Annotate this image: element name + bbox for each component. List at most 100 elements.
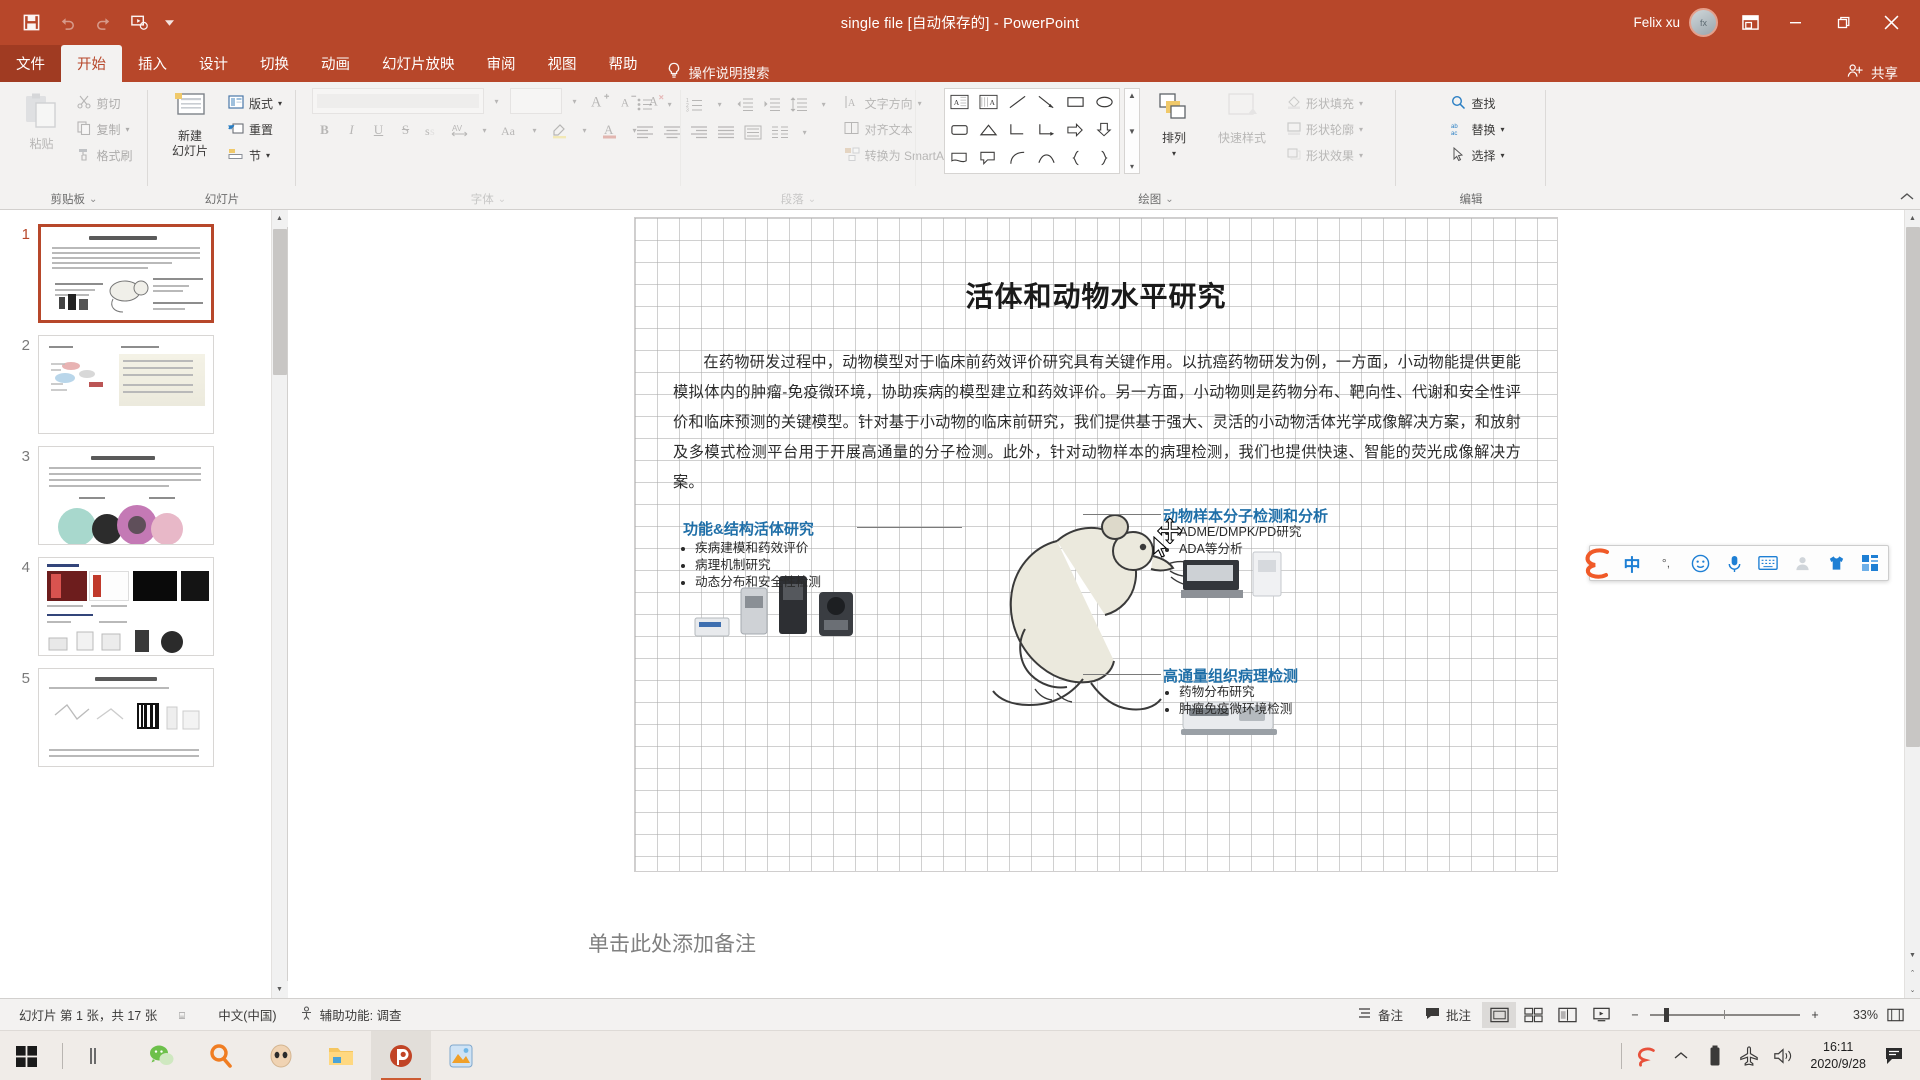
thumbnail-slide-4[interactable]: 4 <box>0 551 287 662</box>
ribbon-display-options-icon[interactable] <box>1730 0 1770 45</box>
rectangle-shape-icon[interactable] <box>1066 94 1085 113</box>
font-name-chevron-down-icon[interactable]: ▾ <box>486 88 508 114</box>
slide-title[interactable]: 活体和动物水平研究 <box>635 275 1557 315</box>
tab-home[interactable]: 开始 <box>61 45 122 82</box>
select-button[interactable]: 选择 ▾ <box>1446 143 1509 168</box>
line-spacing-button[interactable] <box>786 91 812 117</box>
reset-button[interactable]: 重置 <box>223 117 287 142</box>
thumbnail-slide-3[interactable]: 3 <box>0 440 287 551</box>
arrow-shape-icon[interactable] <box>1037 94 1056 113</box>
columns-chevron-down-icon[interactable]: ▾ <box>794 119 816 145</box>
tab-slideshow[interactable]: 幻灯片放映 <box>366 45 471 82</box>
left-brace-shape-icon[interactable] <box>1066 150 1085 169</box>
thumbnail-scroll-track[interactable] <box>272 227 288 981</box>
slide-scroll-down-icon[interactable]: ▼ <box>1904 947 1920 964</box>
slide-scroll-track[interactable] <box>1905 227 1920 947</box>
flowchart-shape-icon[interactable] <box>950 150 969 169</box>
shapes-gallery[interactable]: A A <box>943 88 1120 174</box>
thumbnail-list[interactable]: 1 2 3 4 5 <box>0 218 287 998</box>
right-brace-shape-icon[interactable] <box>1095 150 1114 169</box>
arc-shape-icon[interactable] <box>1008 150 1027 169</box>
zoom-in-button[interactable]: + <box>1806 1008 1824 1022</box>
text-highlight-color-button[interactable] <box>547 117 573 143</box>
section-button[interactable]: 节 ▾ <box>223 143 287 168</box>
soft-keyboard-icon[interactable] <box>1751 546 1785 580</box>
arrange-button[interactable]: 排列 ▾ <box>1144 88 1204 161</box>
notes-pane[interactable]: 单击此处添加备注 <box>288 912 1904 998</box>
font-size-chevron-down-icon[interactable]: ▾ <box>564 88 586 114</box>
slideshow-view-button[interactable] <box>1584 1002 1618 1028</box>
thumbnail-slide-2[interactable]: 2 <box>0 329 287 440</box>
zoom-knob[interactable] <box>1664 1007 1669 1022</box>
down-arrow-block-shape-icon[interactable] <box>1095 122 1114 141</box>
columns-button[interactable] <box>767 119 793 145</box>
tab-insert[interactable]: 插入 <box>122 45 183 82</box>
punctuation-icon[interactable]: °, <box>1649 546 1683 580</box>
layout-button[interactable]: 版式 ▾ <box>223 91 287 116</box>
replace-chevron-down-icon[interactable]: ▾ <box>1501 125 1505 134</box>
rounded-rectangle-shape-icon[interactable] <box>950 122 969 141</box>
slide-canvas[interactable]: 活体和动物水平研究 在药物研发过程中，动物模型对于临床前药效评价研究具有关键作用… <box>634 217 1558 872</box>
replace-button[interactable]: ab ac 替换 ▾ <box>1446 117 1509 142</box>
emoji-icon[interactable] <box>1683 546 1717 580</box>
align-left-button[interactable] <box>632 119 658 145</box>
font-size-input[interactable] <box>509 88 562 114</box>
accessibility-status[interactable]: 辅助功能: 调查 <box>288 1002 413 1028</box>
copy-chevron-down-icon[interactable]: ▾ <box>126 125 130 134</box>
increase-indent-button[interactable] <box>759 91 785 117</box>
next-slide-icon[interactable]: ⌄ <box>1904 981 1920 998</box>
thumbnail-slide-5[interactable]: 5 <box>0 662 287 773</box>
copy-button[interactable]: 复制 ▾ <box>72 117 137 142</box>
shape-outline-button[interactable]: 形状轮廓 ▾ <box>1282 117 1368 142</box>
shape-fill-button[interactable]: 形状填充 ▾ <box>1282 91 1368 116</box>
textbox-shape-icon[interactable]: A <box>950 94 969 113</box>
quick-styles-button[interactable]: 快速样式 <box>1208 88 1276 146</box>
bullets-button[interactable] <box>632 91 658 117</box>
skin-icon[interactable] <box>1819 546 1853 580</box>
shape-fill-chevron-down-icon[interactable]: ▾ <box>1359 99 1363 108</box>
wechat-icon[interactable] <box>131 1031 191 1080</box>
callout-shape-icon[interactable] <box>979 150 998 169</box>
slide-scroll-thumb[interactable] <box>1905 227 1920 747</box>
cut-button[interactable]: 剪切 <box>72 91 137 116</box>
bold-button[interactable]: B <box>312 117 338 143</box>
character-spacing-button[interactable]: AV <box>447 117 473 143</box>
underline-button[interactable]: U <box>366 117 392 143</box>
new-slide-button[interactable]: 新建 幻灯片 <box>157 88 223 159</box>
shapes-gallery-scrollbar[interactable]: ▲ ▼ ▾ <box>1123 88 1140 174</box>
normal-view-button[interactable] <box>1482 1001 1516 1028</box>
callout-bullets-molecular-detection[interactable]: ADME/DMPK/PD研究 ADA等分析 <box>1165 524 1301 558</box>
zoom-track[interactable] <box>1650 1007 1800 1022</box>
shapes-scroll-up-icon[interactable]: ▲ <box>1128 91 1136 100</box>
text-shadow-button[interactable]: ss <box>420 117 446 143</box>
shape-effects-button[interactable]: 形状效果 ▾ <box>1282 143 1368 168</box>
powerpoint-icon[interactable] <box>371 1030 431 1080</box>
find-button[interactable]: 查找 <box>1446 91 1509 116</box>
toolbox-icon[interactable] <box>1853 546 1887 580</box>
comments-toggle-button[interactable]: 批注 <box>1414 1002 1482 1028</box>
task-view-button[interactable] <box>71 1031 131 1080</box>
browser-icon[interactable] <box>251 1031 311 1080</box>
callout-bullets-functional-structural[interactable]: 疾病建模和药效评价 病理机制研究 动态分布和安全性检测 <box>681 540 821 591</box>
callout-heading-high-throughput-pathology[interactable]: 高通量组织病理检测 <box>1163 665 1298 686</box>
voice-input-icon[interactable] <box>1717 546 1751 580</box>
format-painter-button[interactable]: 格式刷 <box>72 143 137 168</box>
redo-icon[interactable] <box>86 7 120 39</box>
elbow-connector-shape-icon[interactable] <box>1008 122 1027 141</box>
tab-transitions[interactable]: 切换 <box>244 45 305 82</box>
paste-button[interactable]: 粘贴 <box>10 88 72 152</box>
character-spacing-chevron-down-icon[interactable]: ▾ <box>474 117 496 143</box>
change-case-button[interactable]: Aa <box>497 117 523 143</box>
strikethrough-button[interactable]: S <box>393 117 419 143</box>
clipboard-dialog-launcher[interactable]: ⌄ <box>89 190 97 209</box>
notification-center-icon[interactable] <box>1876 1031 1912 1080</box>
show-hidden-icons[interactable] <box>1664 1031 1698 1080</box>
avatar[interactable]: fx <box>1689 8 1718 37</box>
elbow-arrow-connector-shape-icon[interactable] <box>1037 122 1056 141</box>
shapes-gallery-more-icon[interactable]: ▾ <box>1130 162 1134 171</box>
fit-to-window-button[interactable] <box>1878 1002 1912 1028</box>
thumbnail-scroll-down-icon[interactable]: ▼ <box>271 981 288 998</box>
bullets-chevron-down-icon[interactable]: ▾ <box>659 91 681 117</box>
tab-help[interactable]: 帮助 <box>593 45 654 82</box>
justify-button[interactable] <box>713 119 739 145</box>
